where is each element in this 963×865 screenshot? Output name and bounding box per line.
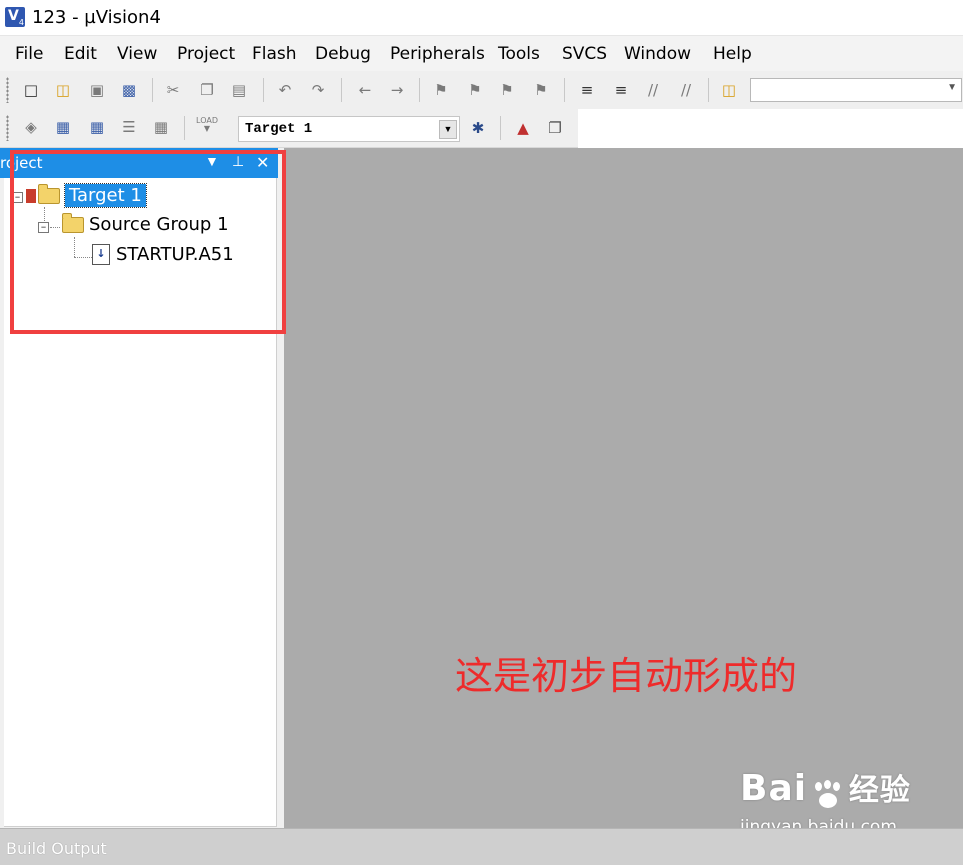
redo-icon[interactable]: ↷ <box>307 79 329 101</box>
undo-icon[interactable]: ↶ <box>274 79 296 101</box>
find-in-files-icon[interactable]: ◫ <box>718 79 740 101</box>
menu-flash[interactable]: Flash <box>252 44 297 64</box>
target-select[interactable]: Target 1 ▼ <box>238 116 460 142</box>
toolbar-separator <box>419 78 420 102</box>
menu-file[interactable]: File <box>15 44 43 64</box>
download-icon[interactable]: LOAD ▼ <box>196 114 218 136</box>
stop-build-icon[interactable]: ▦ <box>150 116 172 138</box>
paste-icon[interactable]: ▤ <box>228 79 250 101</box>
open-file-icon[interactable]: ◫ <box>52 79 74 101</box>
toolbar-separator <box>500 116 501 140</box>
find-combo[interactable]: ▼ <box>750 78 962 102</box>
toolbar-separator <box>184 116 185 140</box>
prev-bookmark-icon[interactable]: ⚑ <box>464 79 486 101</box>
comment-icon[interactable]: // <box>642 79 664 101</box>
menu-svcs[interactable]: SVCS <box>562 44 607 64</box>
toolbar-grip[interactable] <box>6 115 9 141</box>
watermark-main: Bai <box>740 768 808 809</box>
save-icon[interactable]: ▣ <box>86 79 108 101</box>
menu-view[interactable]: View <box>117 44 157 64</box>
menu-tools[interactable]: Tools <box>498 44 540 64</box>
menu-project[interactable]: Project <box>177 44 235 64</box>
baidu-watermark: Bai 经验 jingyan.baidu.com <box>740 765 911 837</box>
toolbar-separator <box>564 78 565 102</box>
new-file-icon[interactable]: □ <box>20 79 42 101</box>
chevron-down-icon[interactable]: ▼ <box>439 120 457 139</box>
uvision-app-icon[interactable]: V4 <box>5 7 25 27</box>
uncomment-icon[interactable]: // <box>675 79 697 101</box>
watermark-main-2: 经验 <box>848 773 911 808</box>
highlight-box <box>10 150 286 334</box>
menu-peripherals[interactable]: Peripherals <box>390 44 485 64</box>
toolbar-separator <box>708 78 709 102</box>
chevron-down-icon[interactable]: ▼ <box>947 82 957 93</box>
annotation-text: 这是初步自动形成的 <box>455 654 798 698</box>
toolbar-grip[interactable] <box>6 77 9 103</box>
indent-icon[interactable]: ≡ <box>576 79 598 101</box>
build-output-label[interactable]: Build Output <box>6 839 107 858</box>
clear-bookmarks-icon[interactable]: ⚑ <box>530 79 552 101</box>
menu-help[interactable]: Help <box>713 44 752 64</box>
menu-bar: File Edit View Project Flash Debug Perip… <box>0 35 963 71</box>
target-select-value: Target 1 <box>245 121 313 137</box>
rebuild-icon[interactable]: ▦ <box>86 116 108 138</box>
forward-icon[interactable]: → <box>386 79 408 101</box>
manage-components-icon[interactable]: ▲ <box>512 117 534 139</box>
next-bookmark-icon[interactable]: ⚑ <box>496 79 518 101</box>
title-bar: V4 123 - µVision4 <box>0 0 963 35</box>
menu-window[interactable]: Window <box>624 44 691 64</box>
editor-workspace <box>284 148 963 828</box>
bookmark-icon[interactable]: ⚑ <box>430 79 452 101</box>
translate-icon[interactable]: ◈ <box>20 116 42 138</box>
file-extensions-icon[interactable]: ❐ <box>544 117 566 139</box>
toolbar-separator <box>152 78 153 102</box>
toolbar-separator <box>341 78 342 102</box>
menu-debug[interactable]: Debug <box>315 44 371 64</box>
target-options-icon[interactable]: ✱ <box>467 117 489 139</box>
toolbar-separator <box>263 78 264 102</box>
menu-edit[interactable]: Edit <box>64 44 97 64</box>
copy-icon[interactable]: ❐ <box>196 79 218 101</box>
window-title: 123 - µVision4 <box>32 7 161 28</box>
baidu-paw-icon <box>811 780 845 812</box>
cut-icon[interactable]: ✂ <box>162 79 184 101</box>
save-all-icon[interactable]: ▩ <box>118 79 140 101</box>
batch-build-icon[interactable]: ☰ <box>118 116 140 138</box>
build-output-bar: Build Output <box>0 828 963 865</box>
back-icon[interactable]: ← <box>354 79 376 101</box>
build-icon[interactable]: ▦ <box>52 116 74 138</box>
unindent-icon[interactable]: ≡ <box>610 79 632 101</box>
